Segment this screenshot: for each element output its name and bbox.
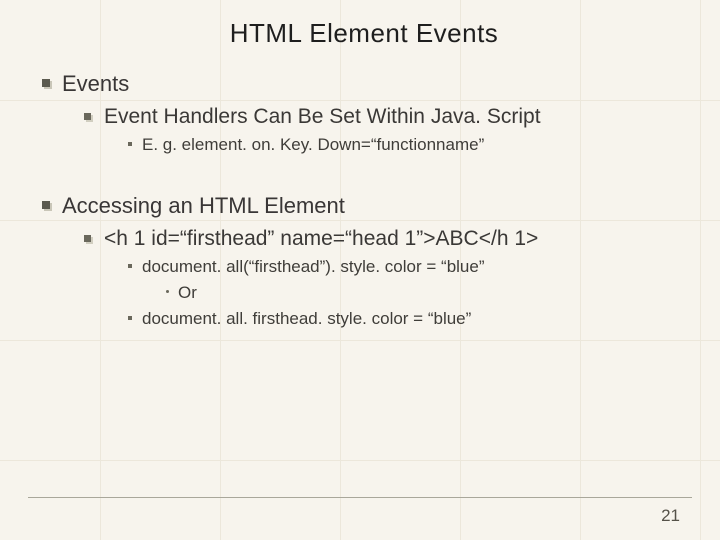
bullet-text: document. all. firsthead. style. color =… — [142, 309, 471, 328]
divider — [28, 497, 692, 498]
bullet-doc-all-call: document. all(“firsthead”). style. color… — [126, 256, 688, 305]
bullet-doc-all-prop: document. all. firsthead. style. color =… — [126, 308, 688, 331]
bullet-text: document. all(“firsthead”). style. color… — [142, 257, 485, 276]
bullet-text: Event Handlers Can Be Set Within Java. S… — [104, 105, 541, 128]
bullet-h1-snippet: <h 1 id=“firsthead” name=“head 1”>ABC</h… — [82, 225, 688, 331]
bullet-events: Events Event Handlers Can Be Set Within … — [40, 69, 688, 157]
bullet-example-onkeydown: E. g. element. on. Key. Down=“functionna… — [126, 134, 688, 157]
bullet-text: <h 1 id=“firsthead” name=“head 1”>ABC</h… — [104, 227, 538, 250]
bullet-text: Or — [178, 283, 197, 302]
bullet-accessing-element: Accessing an HTML Element <h 1 id=“first… — [40, 191, 688, 331]
bullet-text: Accessing an HTML Element — [62, 193, 345, 218]
slide: HTML Element Events Events Event Handler… — [0, 0, 720, 540]
bullet-event-handlers: Event Handlers Can Be Set Within Java. S… — [82, 103, 688, 157]
bullet-list: Events Event Handlers Can Be Set Within … — [40, 69, 688, 331]
bullet-or: Or — [164, 282, 688, 305]
slide-title: HTML Element Events — [40, 18, 688, 49]
page-number: 21 — [661, 506, 680, 526]
bullet-text: Events — [62, 71, 129, 96]
bullet-text: E. g. element. on. Key. Down=“functionna… — [142, 135, 484, 154]
